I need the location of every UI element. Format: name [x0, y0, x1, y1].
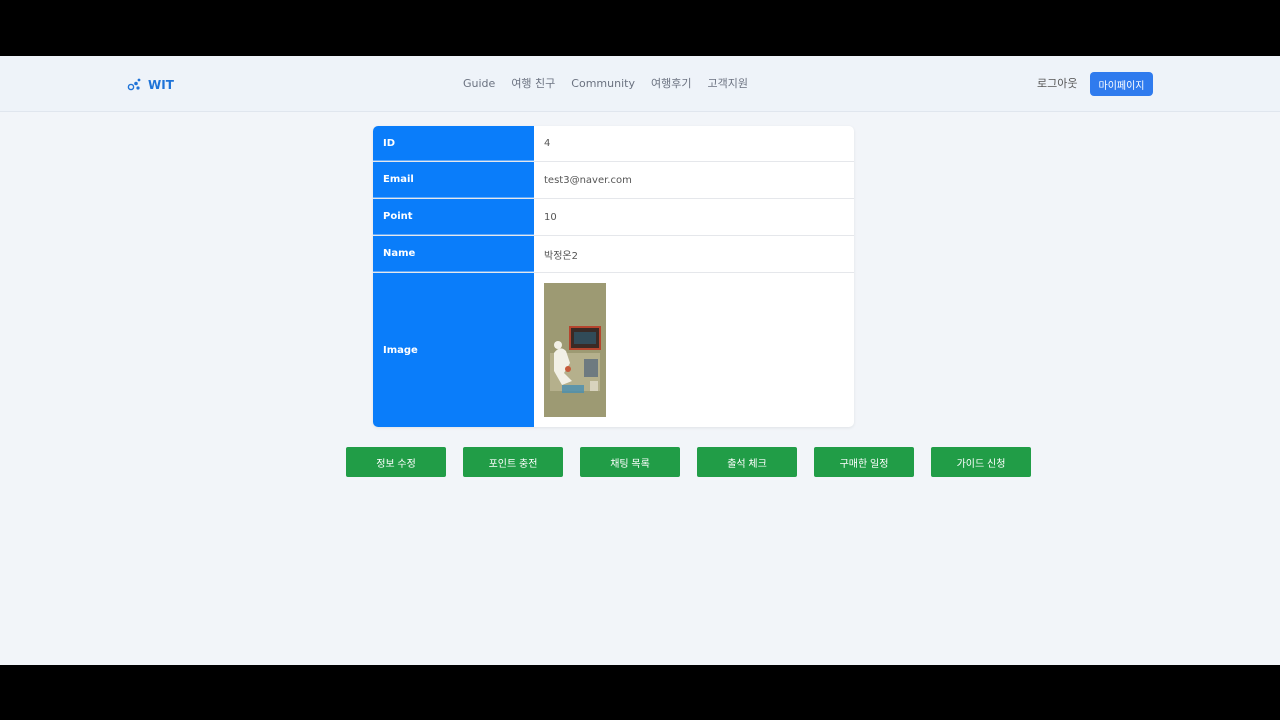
nav-link-reviews[interactable]: 여행후기: [651, 76, 691, 92]
table-row: Image: [373, 273, 854, 427]
row-value-image: [534, 273, 854, 427]
row-label-id: ID: [373, 126, 534, 161]
row-label-email: Email: [373, 162, 534, 198]
nav-link-community[interactable]: Community: [571, 76, 635, 92]
top-navbar: WIT Guide 여행 친구 Community 여행후기 고객지원 로그아웃…: [0, 56, 1280, 112]
profile-image: [544, 283, 606, 417]
brand-logo[interactable]: WIT: [127, 76, 174, 94]
table-row: Name 박정온2: [373, 236, 854, 273]
table-row: Point 10: [373, 199, 854, 236]
browser-viewport: WIT Guide 여행 친구 Community 여행후기 고객지원 로그아웃…: [0, 56, 1280, 665]
charge-points-button[interactable]: 포인트 충전: [463, 447, 563, 477]
guide-apply-button[interactable]: 가이드 신청: [931, 447, 1031, 477]
main-nav: Guide 여행 친구 Community 여행후기 고객지원: [463, 76, 748, 92]
profile-info-table: ID 4 Email test3@naver.com Point 10 Name…: [373, 126, 854, 427]
chat-list-button[interactable]: 채팅 목록: [580, 447, 680, 477]
row-label-image: Image: [373, 273, 534, 427]
row-value-point: 10: [544, 211, 557, 223]
nav-link-travel-friend[interactable]: 여행 친구: [511, 76, 555, 92]
mypage-button[interactable]: 마이페이지: [1090, 72, 1153, 96]
row-value-email: test3@naver.com: [544, 174, 632, 186]
row-label-point: Point: [373, 199, 534, 235]
nav-link-guide[interactable]: Guide: [463, 76, 495, 92]
purchased-schedules-button[interactable]: 구매한 일정: [814, 447, 914, 477]
paw-icon: [127, 78, 141, 91]
nav-link-support[interactable]: 고객지원: [707, 76, 747, 92]
edit-info-button[interactable]: 정보 수정: [346, 447, 446, 477]
brand-name: WIT: [148, 78, 174, 92]
table-row: Email test3@naver.com: [373, 162, 854, 199]
row-label-name: Name: [373, 236, 534, 272]
row-value-name: 박정온2: [544, 250, 578, 262]
row-value-id: 4: [544, 138, 551, 149]
logout-link[interactable]: 로그아웃: [1037, 76, 1077, 92]
attendance-check-button[interactable]: 출석 체크: [697, 447, 797, 477]
table-row: ID 4: [373, 126, 854, 162]
action-buttons: 정보 수정 포인트 충전 채팅 목록 출석 체크 구매한 일정 가이드 신청: [346, 447, 1031, 477]
